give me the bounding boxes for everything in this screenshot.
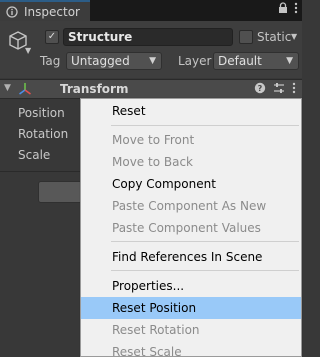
static-dropdown-icon[interactable]: ▼ <box>291 32 297 41</box>
foldout-arrow-icon[interactable]: ▼ <box>4 83 11 93</box>
menu-separator <box>111 241 299 242</box>
layer-dropdown[interactable]: Default ▼ <box>213 52 299 70</box>
menu-item-properties[interactable]: Properties... <box>81 275 301 297</box>
tag-label: Tag <box>40 54 61 68</box>
static-label: Static <box>257 30 292 44</box>
object-name-field[interactable]: Structure <box>63 28 233 46</box>
menu-item-paste-component-values: Paste Component Values <box>112 221 261 235</box>
menu-item-reset-rotation: Reset Rotation <box>112 323 200 337</box>
menu-separator <box>111 125 299 126</box>
kebab-icon[interactable] <box>294 2 298 18</box>
object-header: ▼ ✓ Structure Static ▼ Tag Untagged ▼ La… <box>0 21 302 78</box>
chevron-down-icon: ▼ <box>286 56 293 66</box>
context-menu: Reset Move to Front Move to Back Copy Co… <box>80 98 302 357</box>
scale-label: Scale <box>18 148 51 162</box>
menu-item-copy-component[interactable]: Copy Component <box>81 173 301 195</box>
chevron-down-icon[interactable]: ▼ <box>25 46 31 55</box>
static-checkbox[interactable] <box>239 30 253 44</box>
kebab-icon[interactable] <box>292 82 296 97</box>
chevron-down-icon: ▼ <box>149 56 156 66</box>
menu-item-reset-scale: Reset Scale <box>112 345 182 357</box>
menu-item-find-references[interactable]: Find References In Scene <box>81 246 301 268</box>
position-label: Position <box>18 106 65 120</box>
info-icon <box>6 5 18 18</box>
tab-title: Inspector <box>24 4 80 19</box>
menu-item-reset[interactable]: Reset <box>81 100 301 122</box>
rotation-label: Rotation <box>18 127 69 141</box>
tab-inspector[interactable]: Inspector <box>0 0 90 21</box>
help-icon[interactable]: ? <box>254 82 266 97</box>
menu-item-paste-component-as-new: Paste Component As New <box>112 199 267 213</box>
active-checkbox[interactable]: ✓ <box>45 30 59 44</box>
menu-item-reset-position[interactable]: Reset Position <box>81 297 301 319</box>
tab-bar: Inspector <box>0 0 302 21</box>
lock-icon[interactable] <box>278 2 288 18</box>
layer-label: Layer <box>178 54 212 68</box>
menu-item-move-to-back: Move to Back <box>112 155 193 169</box>
layer-value: Default <box>218 54 262 68</box>
tag-value: Untagged <box>71 54 130 68</box>
tag-dropdown[interactable]: Untagged ▼ <box>66 52 162 70</box>
svg-text:?: ? <box>258 84 263 93</box>
transform-axes-icon <box>18 82 32 96</box>
settings-sliders-icon[interactable] <box>273 82 285 97</box>
transform-component-header[interactable]: ▼ Transform ? <box>0 79 302 99</box>
component-title: Transform <box>60 82 129 96</box>
menu-item-move-to-front: Move to Front <box>112 133 195 147</box>
menu-separator <box>111 270 299 271</box>
